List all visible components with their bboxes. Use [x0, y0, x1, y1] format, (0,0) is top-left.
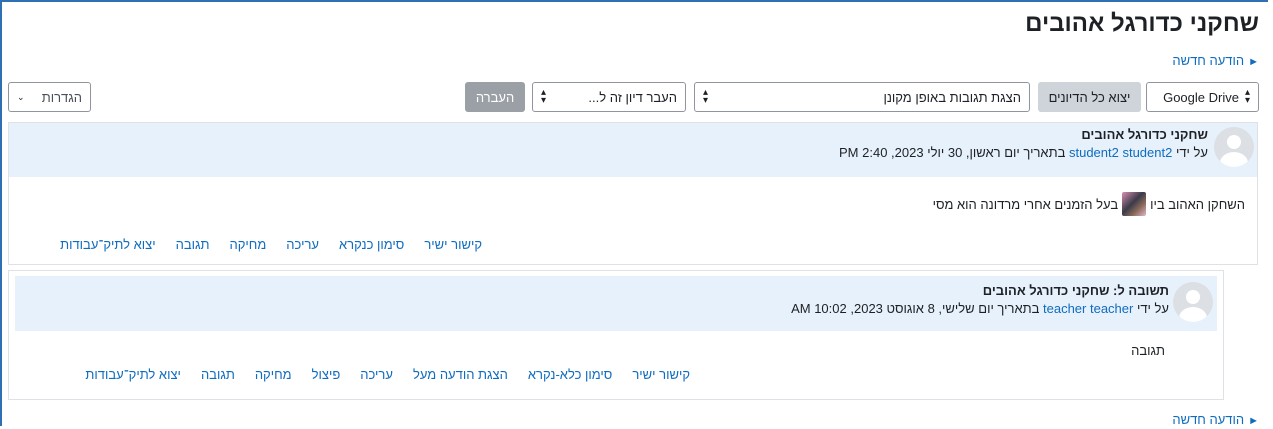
new-post-link-bottom[interactable]: ►הודעה חדשה — [1172, 411, 1259, 429]
page-title: שחקני כדורגל אהובים — [1025, 10, 1259, 37]
select-arrows-icon: ▴ ▾ — [703, 87, 709, 106]
select-arrows-icon: ▴ ▾ — [1244, 87, 1250, 106]
mark-unread-link[interactable]: סימון כלא-נקרא — [528, 367, 612, 382]
arrow-right-icon: ► — [1248, 56, 1259, 68]
author-link[interactable]: student2 student2 — [1069, 145, 1172, 160]
google-drive-select[interactable]: ▴ ▾ Google Drive — [1146, 82, 1259, 112]
avatar[interactable] — [1173, 282, 1213, 322]
delete-link[interactable]: מחיקה — [230, 237, 267, 252]
mark-read-link[interactable]: סימון כנקרא — [339, 237, 404, 252]
move-discussion-select[interactable]: העבר דיון זה ל... ▴ ▾ — [532, 82, 686, 112]
display-mode-select[interactable]: הצגת תגובות באופן מקונן ▴ ▾ — [694, 82, 1030, 112]
show-parent-link[interactable]: הצגת הודעה מעל — [413, 367, 508, 382]
settings-dropdown[interactable]: הגדרות ⌄ — [8, 82, 91, 112]
split-link[interactable]: פיצול — [312, 367, 341, 382]
arrow-right-icon: ► — [1248, 415, 1259, 427]
embedded-player-image — [1122, 192, 1147, 216]
reply-link[interactable]: תגובה — [176, 237, 210, 252]
reply-link[interactable]: תגובה — [201, 367, 235, 382]
post-actions: קישור ישיר סימון כנקרא עריכה מחיקה תגובה… — [60, 237, 482, 252]
edit-link[interactable]: עריכה — [360, 367, 393, 382]
avatar[interactable] — [1214, 127, 1254, 167]
move-button[interactable]: העברה — [465, 82, 525, 112]
export-all-button[interactable]: יצוא כל הדיונים — [1038, 82, 1141, 112]
post-subject: תשובה ל: שחקני כדורגל אהובים — [982, 283, 1169, 298]
post-byline: על ידי student2 student2 בתאריך יום ראשו… — [839, 145, 1208, 160]
post-header: תשובה ל: שחקני כדורגל אהובים על ידי teac… — [15, 276, 1217, 331]
edit-link[interactable]: עריכה — [286, 237, 319, 252]
forum-post: שחקני כדורגל אהובים על ידי student2 stud… — [8, 122, 1258, 265]
post-byline: על ידי teacher teacher בתאריך יום שלישי,… — [791, 301, 1169, 316]
new-post-link-top[interactable]: ►הודעה חדשה — [1172, 52, 1259, 70]
post-content: השחקן האהוב ביו בעל הזמנים אחרי מרדונה ה… — [933, 192, 1245, 216]
post-subject: שחקני כדורגל אהובים — [1081, 127, 1208, 142]
export-portfolio-link[interactable]: יצוא לתיק־עבודות — [60, 237, 156, 252]
export-portfolio-link[interactable]: יצוא לתיק־עבודות — [85, 367, 181, 382]
post-header: שחקני כדורגל אהובים על ידי student2 stud… — [9, 123, 1257, 177]
forum-post-reply: תשובה ל: שחקני כדורגל אהובים על ידי teac… — [8, 270, 1224, 400]
permalink-link[interactable]: קישור ישיר — [424, 237, 482, 252]
permalink-link[interactable]: קישור ישיר — [632, 367, 690, 382]
post-content: תגובה — [1131, 343, 1165, 358]
select-arrows-icon: ▴ ▾ — [541, 87, 547, 106]
author-link[interactable]: teacher teacher — [1043, 301, 1133, 316]
delete-link[interactable]: מחיקה — [255, 367, 292, 382]
post-actions: קישור ישיר סימון כלא-נקרא הצגת הודעה מעל… — [85, 367, 690, 382]
chevron-down-icon: ⌄ — [17, 91, 25, 102]
